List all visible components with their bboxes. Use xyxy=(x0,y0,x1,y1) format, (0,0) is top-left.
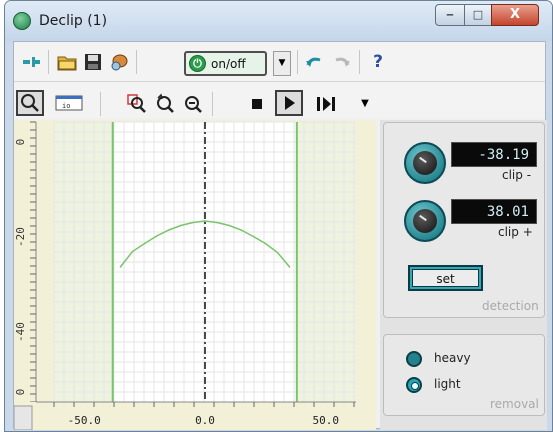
removal-group: heavy light removal xyxy=(383,334,545,416)
playback-options-dropdown[interactable]: ▼ xyxy=(354,93,376,115)
light-radio-label[interactable]: light xyxy=(434,377,461,391)
toolbar-separator xyxy=(212,92,213,116)
light-radio[interactable] xyxy=(406,377,422,393)
histogram-point xyxy=(119,266,122,268)
power-icon: ⏻ xyxy=(189,55,206,72)
histogram-point xyxy=(204,220,206,222)
histogram-plot: 0 -20 -40 0 -50.0 0.0 50.0 xyxy=(13,120,376,431)
knob-indicator xyxy=(419,156,427,164)
time-display-label: io xyxy=(62,102,70,110)
declip-window: Declip (1) ‒ □ X ⏻ on/off ▼ ? io ▼ 0 -20… xyxy=(4,0,553,432)
redo-icon[interactable] xyxy=(331,51,353,73)
clip-plus-value[interactable]: 38.01 xyxy=(451,199,537,224)
close-button[interactable]: X xyxy=(491,4,539,26)
histogram-point xyxy=(228,224,230,227)
histogram-point xyxy=(264,242,267,245)
title-bar[interactable]: Declip (1) ‒ □ X xyxy=(5,1,552,41)
zoom-region-icon[interactable] xyxy=(126,93,148,115)
clip-minus-value[interactable]: -38.19 xyxy=(451,142,537,167)
clip-minus-knob[interactable] xyxy=(404,142,446,184)
toolbar-separator xyxy=(297,50,298,74)
zoom-tool-button[interactable] xyxy=(16,90,44,116)
set-button-label: set xyxy=(412,269,479,287)
on-off-label: on/off xyxy=(211,57,246,71)
presets-icon[interactable] xyxy=(108,51,130,73)
help-button[interactable]: ? xyxy=(367,51,389,73)
clip-minus-label: clip - xyxy=(502,168,532,182)
knob-cap xyxy=(413,209,437,233)
minimize-button[interactable]: ‒ xyxy=(435,4,465,26)
zoom-out-icon[interactable] xyxy=(182,93,204,115)
corner-box xyxy=(13,405,33,431)
play-button[interactable] xyxy=(275,90,303,116)
toolbar-separator xyxy=(48,50,49,74)
on-off-toggle[interactable]: ⏻ on/off xyxy=(184,51,267,76)
plugin-client-area: ⏻ on/off ▼ ? io ▼ 0 -20 -40 0 -50.0 0.0 … xyxy=(13,41,547,431)
detection-group: -38.19 clip - 38.01 clip + set detection xyxy=(383,122,545,318)
y-tick-label: 0 xyxy=(14,389,27,396)
histogram-point xyxy=(131,250,134,253)
toolbar-separator xyxy=(100,92,101,116)
clip-plus-knob[interactable] xyxy=(404,200,446,242)
x-tick-label: 0.0 xyxy=(195,414,215,427)
heavy-radio[interactable] xyxy=(406,351,422,367)
open-folder-icon[interactable] xyxy=(56,51,78,73)
play-icon xyxy=(285,96,295,110)
histogram-point xyxy=(143,242,146,245)
zoom-icon xyxy=(21,94,39,112)
histogram-point xyxy=(240,229,243,231)
histogram-point xyxy=(288,266,291,268)
histogram-point xyxy=(180,224,182,227)
y-tick-label: 0 xyxy=(14,139,27,146)
toolbar-separator xyxy=(136,50,137,74)
histogram-point xyxy=(155,235,158,237)
clip-plus-label: clip + xyxy=(498,225,533,239)
control-panel: -38.19 clip - 38.01 clip + set detection… xyxy=(380,120,547,430)
maximize-button[interactable]: □ xyxy=(464,4,492,26)
x-tick-label: -50.0 xyxy=(68,414,101,427)
zoom-reset-icon[interactable] xyxy=(154,93,176,115)
histogram-point xyxy=(192,221,194,224)
on-off-dropdown-button[interactable]: ▼ xyxy=(273,51,291,76)
histogram-point xyxy=(252,235,255,238)
time-display-button[interactable]: io xyxy=(54,93,84,113)
waveform-display[interactable]: 0 -20 -40 0 -50.0 0.0 50.0 xyxy=(13,120,376,431)
stop-icon[interactable] xyxy=(246,93,268,115)
undo-icon[interactable] xyxy=(303,51,325,73)
main-toolbar: ⏻ on/off ▼ ? xyxy=(14,42,545,82)
y-tick-label: -20 xyxy=(14,227,27,247)
set-button[interactable]: set xyxy=(408,265,483,291)
toolbar-separator xyxy=(359,50,360,74)
detection-section-label: detection xyxy=(482,299,539,313)
pin-icon[interactable] xyxy=(20,51,42,73)
knob-cap xyxy=(413,151,437,175)
app-logo-icon xyxy=(13,12,31,30)
y-tick-label: -40 xyxy=(14,322,27,342)
heavy-radio-label[interactable]: heavy xyxy=(434,351,471,365)
window-title: Declip (1) xyxy=(39,13,108,29)
knob-indicator xyxy=(419,214,427,222)
play-selection-icon[interactable] xyxy=(314,93,340,115)
histogram-point xyxy=(167,229,170,231)
save-icon[interactable] xyxy=(82,51,104,73)
x-tick-label: 50.0 xyxy=(313,414,340,427)
histogram-point xyxy=(276,251,279,254)
removal-section-label: removal xyxy=(490,397,539,411)
histogram-point xyxy=(216,221,218,224)
